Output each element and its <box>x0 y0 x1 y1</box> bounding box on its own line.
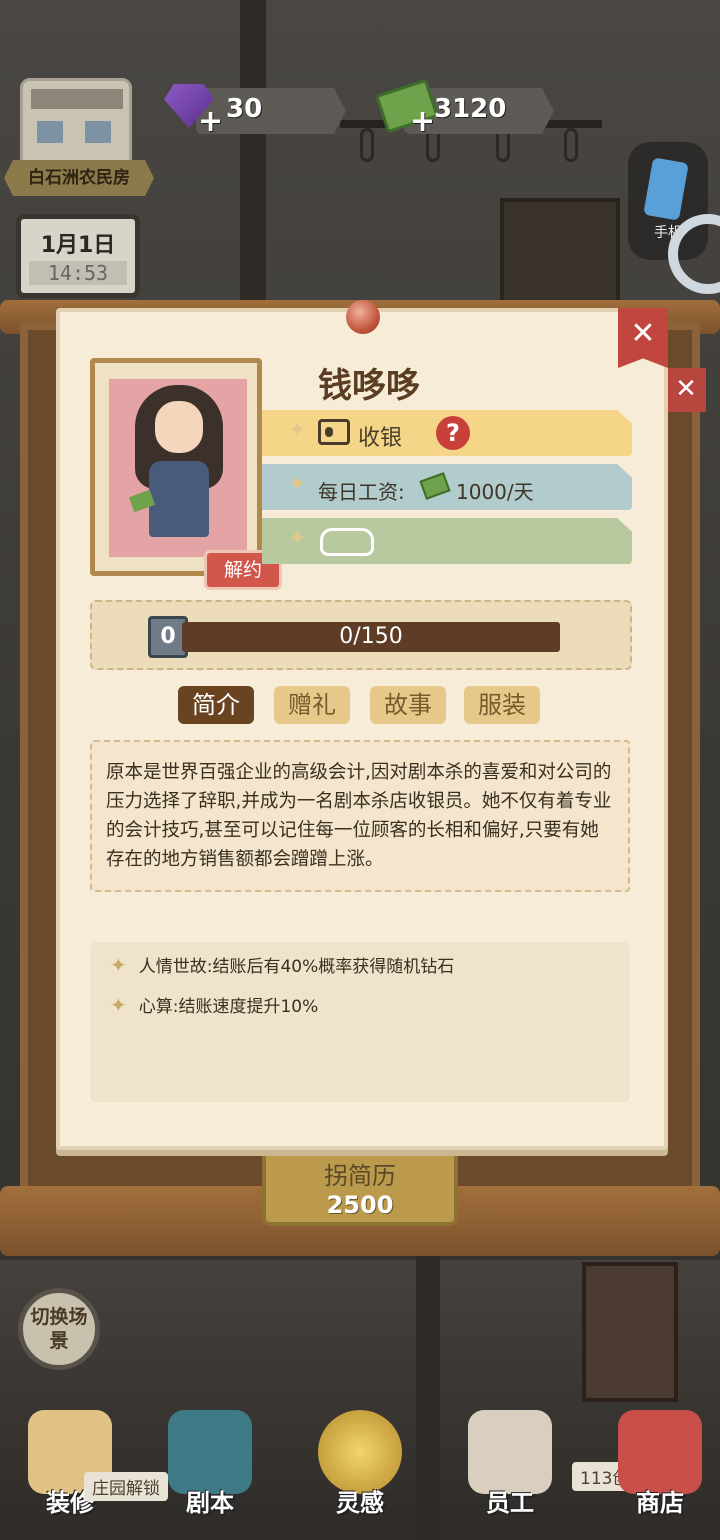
sparkle-icon: ✦ <box>110 993 127 1017</box>
add-gems-icon[interactable]: + <box>198 104 223 139</box>
calendar-date: 1月1日 <box>40 233 116 258</box>
window <box>37 121 63 143</box>
tab-story[interactable]: 故事 <box>370 686 446 724</box>
experience-panel: 0 0/150 <box>90 600 632 670</box>
wage-label: 每日工资: <box>318 480 405 504</box>
shop-icon <box>618 1410 702 1494</box>
furniture-tag[interactable]: ✦ <box>262 518 632 564</box>
character-name: 钱哆哆 <box>318 366 420 406</box>
sparkle-icon: ✦ <box>288 472 307 497</box>
skill-item: ✦ 人情世故:结账后有40%概率获得随机钻石 <box>110 952 454 977</box>
calendar: 1月1日 14:53 <box>16 214 140 298</box>
bulb-icon <box>360 128 374 162</box>
cash-count: 3120 <box>434 94 507 124</box>
location-name[interactable]: 白石洲农民房 <box>4 160 154 196</box>
pin-icon <box>346 300 380 334</box>
sparkle-icon: ✦ <box>110 953 127 977</box>
back-close-icon: ✕ <box>666 368 706 412</box>
detail-tabs: 简介 赠礼 故事 服装 <box>0 686 720 724</box>
nav-label: 灵感 <box>336 1489 384 1517</box>
cash-icon <box>419 472 451 500</box>
tab-gift[interactable]: 赠礼 <box>274 686 350 724</box>
nav-inspiration[interactable]: 灵感 <box>290 1392 430 1540</box>
nav-label: 员工 <box>486 1489 534 1517</box>
skill-text: 人情世故:结账后有40%概率获得随机钻石 <box>138 957 455 977</box>
tab-outfit[interactable]: 服装 <box>464 686 540 724</box>
job-tag: ✦ 收银 ? <box>262 410 632 456</box>
tab-intro[interactable]: 简介 <box>178 686 254 724</box>
bulb-icon <box>318 1410 402 1494</box>
skill-item: ✦ 心算:结账速度提升10% <box>110 992 318 1017</box>
calendar-time: 14:53 <box>29 261 127 285</box>
sofa-icon <box>320 528 374 556</box>
phone-icon <box>643 157 689 221</box>
sparkle-icon: ✦ <box>288 418 307 443</box>
nav-decorate[interactable]: 装修 <box>0 1392 140 1540</box>
roof <box>31 89 123 109</box>
help-icon[interactable]: ? <box>436 416 470 450</box>
nav-shop[interactable]: 商店 <box>590 1392 720 1540</box>
suit <box>149 461 209 537</box>
id-card-icon <box>318 419 350 445</box>
switch-scene-button[interactable]: 切换场景 <box>18 1288 100 1370</box>
renovate-button[interactable]: 拐简历 2500 <box>262 1148 458 1226</box>
staff-card-icon <box>468 1410 552 1494</box>
wage-value: 1000/天 <box>456 480 534 504</box>
door <box>582 1262 678 1402</box>
portrait-frame <box>90 358 262 576</box>
gem-count: 30 <box>226 94 263 124</box>
nav-label: 商店 <box>636 1489 684 1517</box>
face <box>155 401 203 453</box>
description-text: 原本是世界百强企业的高级会计,因对剧本杀的喜爱和对公司的压力选择了辞职,并成为一… <box>106 762 612 870</box>
description-box: 原本是世界百强企业的高级会计,因对剧本杀的喜爱和对公司的压力选择了辞职,并成为一… <box>90 740 630 892</box>
sparkle-icon: ✦ <box>288 526 307 551</box>
skill-text: 心算:结账速度提升10% <box>138 997 319 1017</box>
window <box>85 121 111 143</box>
book-icon <box>168 1410 252 1494</box>
renovate-cost: 2500 <box>326 1191 394 1219</box>
wage-tag: ✦ 每日工资: 1000/天 <box>262 464 632 510</box>
nav-staff[interactable]: 员工 <box>440 1392 580 1540</box>
nav-scripts[interactable]: 剧本 <box>140 1392 280 1540</box>
character-portrait <box>109 379 247 557</box>
skills-panel: ✦ 人情世故:结账后有40%概率获得随机钻石 ✦ 心算:结账速度提升10% <box>90 942 630 1102</box>
beam <box>240 0 266 320</box>
experience-text: 0/150 <box>339 624 403 649</box>
nav-label: 剧本 <box>186 1489 234 1517</box>
job-title: 收银 <box>358 426 403 451</box>
renovate-title: 拐简历 <box>324 1162 396 1190</box>
add-cash-icon[interactable]: + <box>410 104 435 139</box>
location-house-icon[interactable] <box>20 78 132 174</box>
bulb-icon <box>564 128 578 162</box>
experience-bar: 0/150 <box>182 622 560 652</box>
